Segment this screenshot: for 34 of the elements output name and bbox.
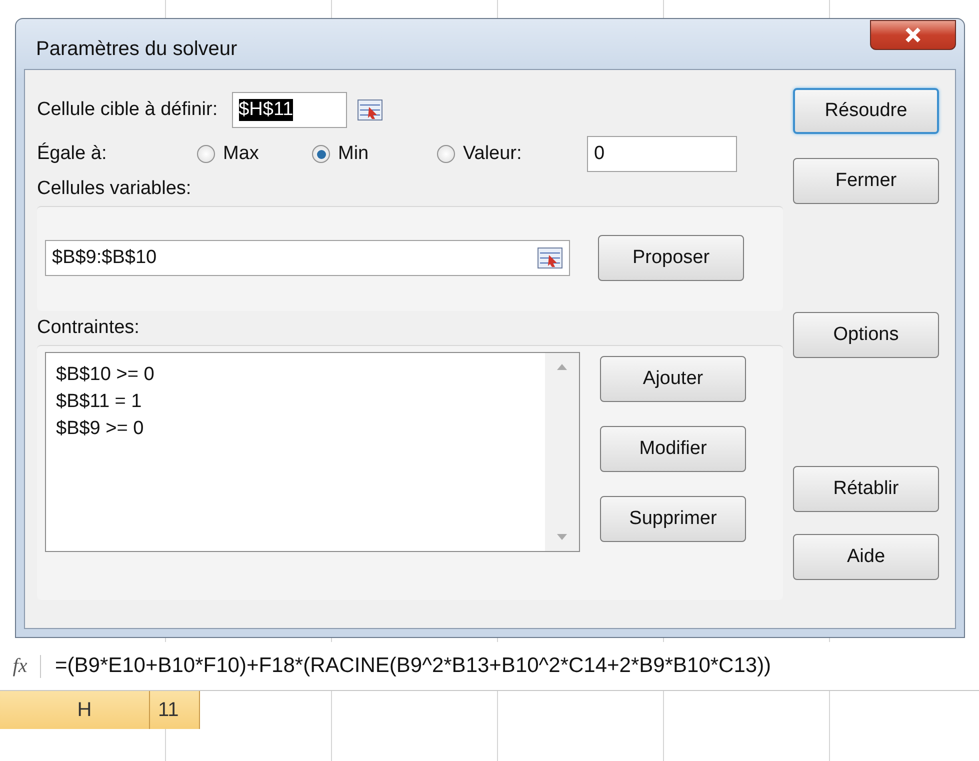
field-label: Égale à: [37, 143, 108, 165]
group-label: Contraintes: [37, 317, 140, 339]
close-button[interactable] [870, 20, 956, 50]
variable-cells-field[interactable]: $B$9:$B$10 [45, 240, 570, 276]
dialog-button[interactable]: Ajouter [600, 356, 746, 402]
range-select-icon [356, 99, 383, 121]
dialog-button[interactable]: Supprimer [600, 496, 746, 542]
list-item[interactable]: $B$10 >= 0 [56, 361, 535, 388]
radio-option[interactable]: Valeur: [437, 143, 587, 165]
radio-option[interactable]: Min [312, 143, 437, 165]
column-header[interactable]: H [0, 691, 150, 729]
dialog-button[interactable]: Modifier [600, 426, 746, 472]
scroll-up-icon[interactable] [556, 363, 568, 371]
target-cell-field[interactable]: $H$11 [232, 92, 347, 128]
dialog-button[interactable]: Aide [793, 534, 939, 580]
formula-text[interactable]: =(B9*E10+B10*F10)+F18*(RACINE(B9^2*B13+B10^2*C14+2*B9*B10*C13)) [41, 654, 772, 678]
scroll-down-icon[interactable] [556, 533, 568, 541]
dialog-button[interactable]: Résoudre [793, 88, 939, 134]
window-title: Paramètres du solveur [35, 36, 238, 60]
dialog-button[interactable]: Fermer [793, 158, 939, 204]
list-item[interactable]: $B$9 >= 0 [56, 415, 535, 442]
radio-option[interactable]: Max [197, 143, 312, 165]
field-label: Cellule cible à définir: [37, 99, 218, 121]
close-icon [904, 27, 922, 43]
range-select-icon [537, 247, 563, 269]
constraints-list[interactable]: $B$10 >= 0 $B$11 = 1 $B$9 >= 0 [45, 352, 580, 552]
dialog-button[interactable]: Rétablir [793, 466, 939, 512]
dialog-button[interactable]: Proposer [598, 235, 744, 281]
group-label: Cellules variables: [37, 178, 192, 200]
row-header[interactable]: 11 [150, 691, 200, 729]
value-field[interactable]: 0 [587, 136, 737, 172]
list-item[interactable]: $B$11 = 1 [56, 388, 535, 415]
scrollbar[interactable] [545, 353, 579, 551]
dialog-button[interactable]: Options [793, 312, 939, 358]
